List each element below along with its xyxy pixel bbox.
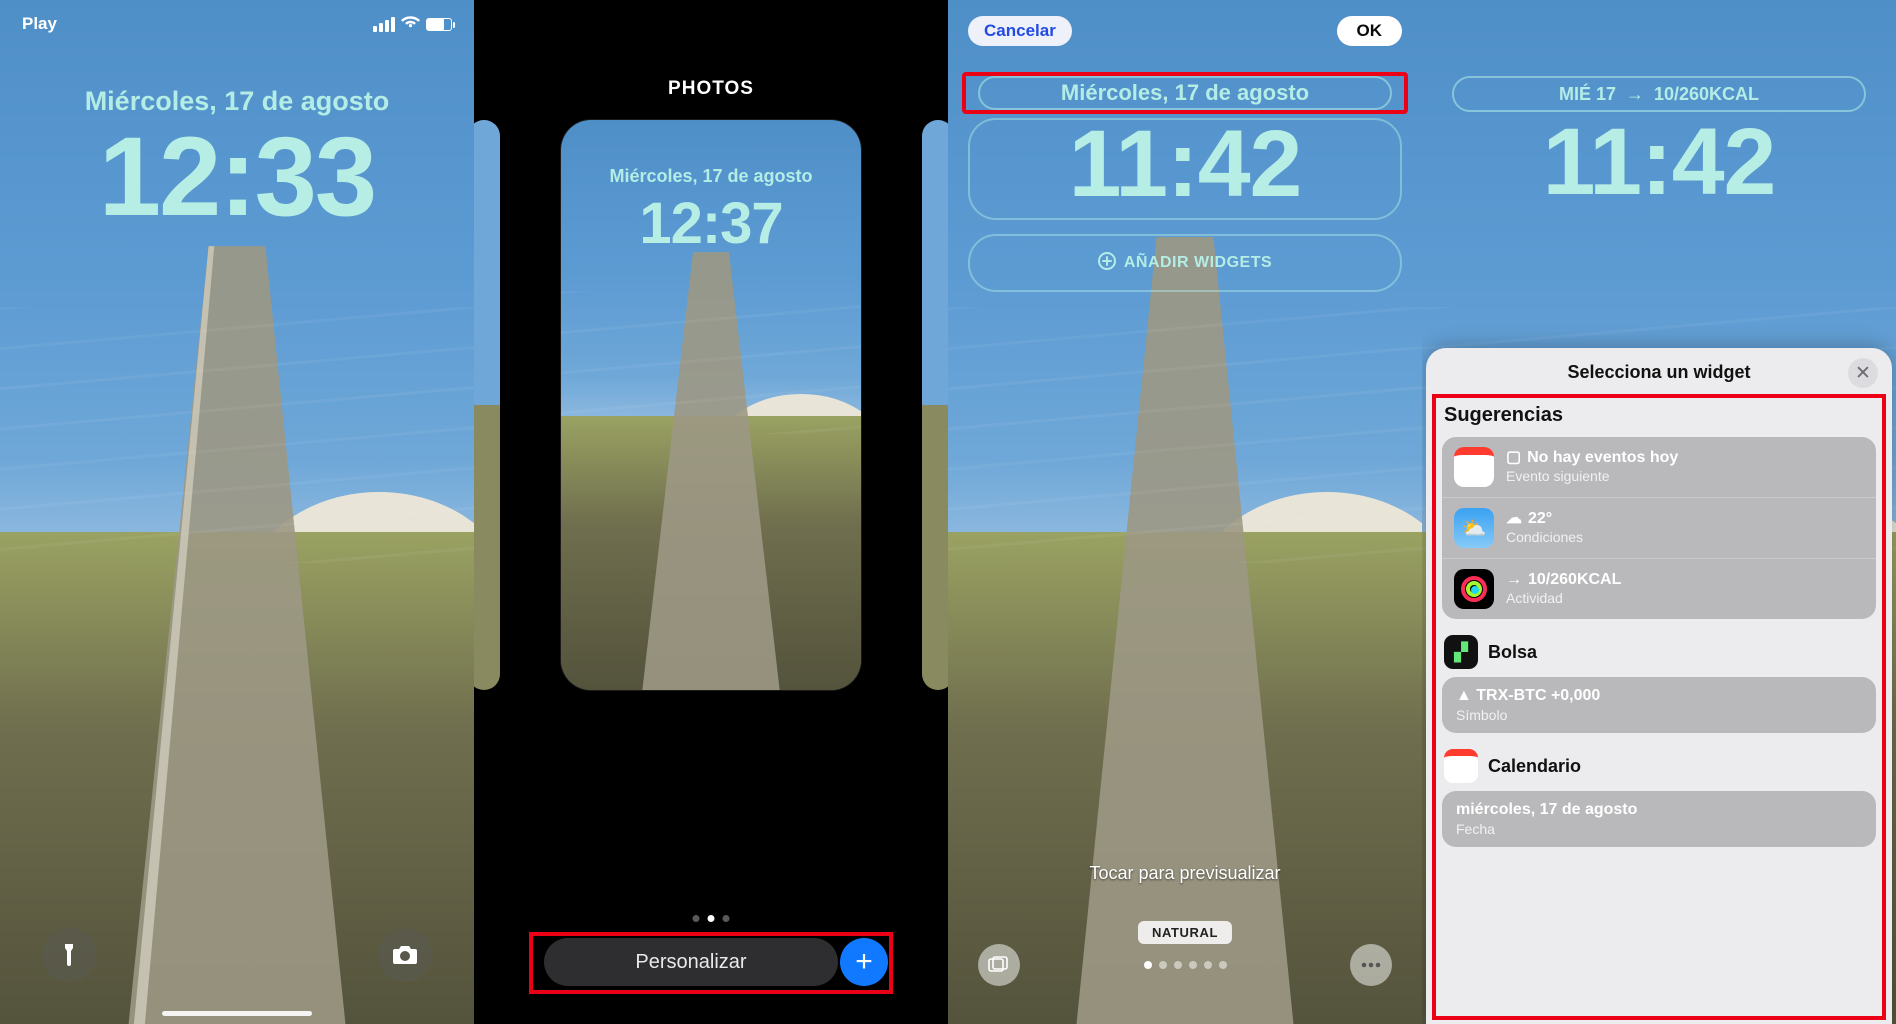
lock-time: 12:33 <box>0 112 474 241</box>
panel-lock-screen: Play Miércoles, 17 de agosto 12:33 <box>0 0 474 1024</box>
editor-time: 11:42 <box>948 110 1422 219</box>
date-short: MIÉ 17 <box>1559 84 1616 105</box>
filter-pager[interactable] <box>1144 961 1227 969</box>
pager-dots <box>693 915 730 922</box>
cancel-button[interactable]: Cancelar <box>968 16 1072 46</box>
activity-arrow-icon: → <box>1626 84 1644 105</box>
editor-time: 11:42 <box>1422 108 1896 217</box>
signal-icon <box>373 17 395 32</box>
more-button[interactable] <box>1350 944 1392 986</box>
gallery-next-peek[interactable] <box>922 120 948 690</box>
status-bar: Play <box>0 14 474 34</box>
date-activity-widget[interactable]: MIÉ 17 → 10/260KCAL <box>1452 76 1866 112</box>
wallpaper-path <box>95 154 379 1024</box>
highlight-date-row <box>962 72 1408 114</box>
card-time: 12:37 <box>561 190 861 257</box>
wallpaper-card[interactable]: Miércoles, 17 de agosto 12:37 <box>561 120 861 690</box>
card-date: Miércoles, 17 de agosto <box>561 166 861 187</box>
add-widgets-label: AÑADIR WIDGETS <box>1124 254 1272 272</box>
close-button[interactable]: ✕ <box>1848 358 1878 388</box>
home-indicator[interactable] <box>162 1011 312 1016</box>
ok-button[interactable]: OK <box>1337 16 1403 46</box>
sheet-title: Selecciona un widget <box>1567 362 1750 383</box>
wifi-icon <box>401 14 420 34</box>
activity-value: 10/260KCAL <box>1654 84 1759 105</box>
gallery-category: PHOTOS <box>474 78 948 100</box>
tap-to-preview[interactable]: Tocar para previsualizar <box>948 863 1422 884</box>
panel-gallery: PHOTOS Miércoles, 17 de agosto 12:37 Per… <box>474 0 948 1024</box>
filter-chip[interactable]: NATURAL <box>1138 921 1232 944</box>
battery-icon <box>426 18 452 31</box>
highlight-sheet-body <box>1432 394 1886 1020</box>
highlight-customize <box>529 932 893 994</box>
plus-circle-icon <box>1098 252 1116 275</box>
close-icon: ✕ <box>1855 362 1871 385</box>
carrier-label: Play <box>22 14 57 34</box>
camera-button[interactable] <box>378 928 432 982</box>
flashlight-button[interactable] <box>42 928 96 982</box>
panel-editor: Cancelar OK Miércoles, 17 de agosto 11:4… <box>948 0 1422 1024</box>
panel-widget-picker: MIÉ 17 → 10/260KCAL 11:42 Selecciona un … <box>1422 0 1896 1024</box>
photo-shuffle-button[interactable] <box>978 944 1020 986</box>
gallery-prev-peek[interactable] <box>474 120 500 690</box>
add-widgets-button[interactable]: AÑADIR WIDGETS <box>968 234 1402 292</box>
